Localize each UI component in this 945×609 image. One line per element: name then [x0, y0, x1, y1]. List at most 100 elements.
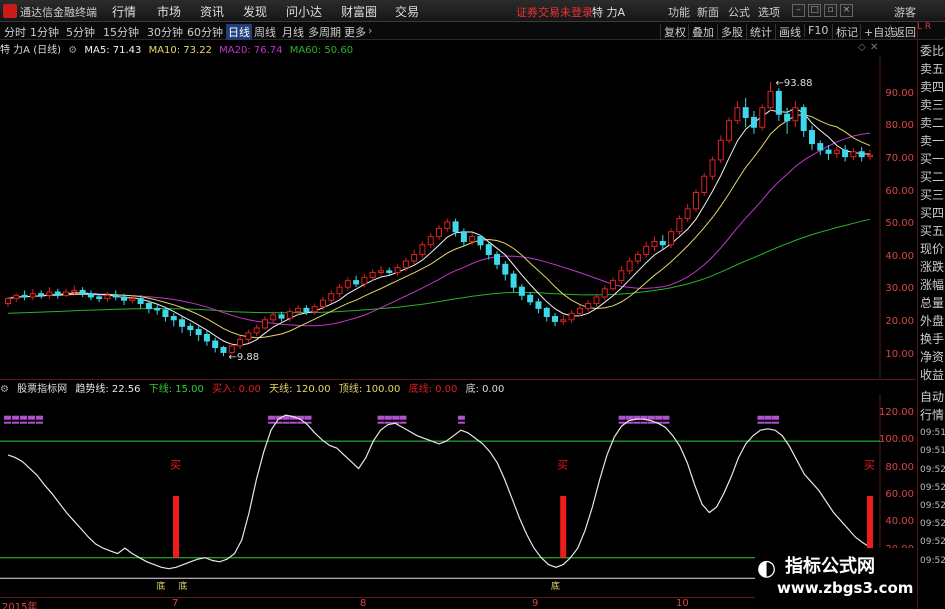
- side-panel-item[interactable]: 买四: [920, 206, 944, 221]
- tab-multi-period[interactable]: 多周期: [308, 24, 341, 40]
- candle-body: [618, 270, 625, 282]
- app-window: 通达信金融终端 行情 市场 资讯 发现 问小达 财富圈 交易 证券交易未登录 特…: [0, 0, 945, 609]
- candle-body: [303, 307, 310, 313]
- menu-wenxiaoda[interactable]: 问小达: [286, 3, 322, 20]
- candle-body: [63, 291, 70, 296]
- menu-xinmian[interactable]: 新面: [697, 4, 719, 20]
- side-panel-item[interactable]: 卖四: [920, 80, 944, 95]
- price-chart[interactable]: ←93.88 ←9.88: [0, 56, 916, 378]
- side-panel-item[interactable]: 09:52: [920, 554, 945, 569]
- side-panel-item[interactable]: 委比: [920, 44, 944, 59]
- overlay-button[interactable]: 叠加: [688, 24, 714, 40]
- side-panel-item[interactable]: 09:51: [920, 426, 945, 441]
- side-panel-item[interactable]: 买一: [920, 152, 944, 167]
- candle-body: [775, 90, 782, 115]
- side-panel-item[interactable]: 换手: [920, 332, 944, 347]
- mark-button[interactable]: 标记: [832, 24, 858, 40]
- tab-60min[interactable]: 60分钟: [187, 24, 223, 40]
- tab-5min[interactable]: 5分钟: [66, 24, 95, 40]
- top-zone-marker: [618, 415, 626, 420]
- menu-jiaoyi[interactable]: 交易: [395, 3, 419, 20]
- candle-body: [54, 291, 61, 296]
- candle-body: [825, 149, 832, 154]
- fuquan-button[interactable]: 复权: [660, 24, 686, 40]
- settings-gear-icon[interactable]: ⚙: [68, 45, 77, 56]
- window-minimize-button[interactable]: –: [792, 4, 805, 17]
- tab-30min[interactable]: 30分钟: [147, 24, 183, 40]
- more-chevron-icon[interactable]: ›: [368, 24, 372, 37]
- side-panel-item[interactable]: 净资: [920, 350, 944, 365]
- top-zone-marker: [457, 415, 465, 420]
- side-panel-item[interactable]: 买五: [920, 224, 944, 239]
- candle-body: [452, 221, 459, 233]
- side-panel-item[interactable]: 09:51: [920, 444, 945, 459]
- back-button[interactable]: 返回: [890, 24, 916, 40]
- top-zone-marker: [392, 415, 400, 420]
- tab-more[interactable]: 更多: [344, 24, 366, 40]
- top-zone-marker: [772, 421, 780, 424]
- side-panel-item[interactable]: 买二: [920, 170, 944, 185]
- candle-body: [29, 293, 36, 298]
- stats-button[interactable]: 统计: [746, 24, 772, 40]
- side-panel-item[interactable]: 09:52: [920, 481, 945, 496]
- login-status-text: 证券交易未登录: [516, 6, 593, 19]
- side-panel-item[interactable]: 卖一: [920, 134, 944, 149]
- candle-body: [402, 260, 409, 269]
- side-panel-item[interactable]: 外盘: [920, 314, 944, 329]
- side-panel-item[interactable]: 买三: [920, 188, 944, 203]
- chart-options-icon[interactable]: ◇: [858, 42, 866, 53]
- menu-faxian[interactable]: 发现: [243, 3, 267, 20]
- chart-close-icon[interactable]: ✕: [870, 42, 878, 53]
- top-zone-marker: [20, 421, 27, 424]
- f10-button[interactable]: F10: [804, 24, 828, 37]
- tab-daily[interactable]: 日线: [226, 24, 252, 40]
- guest-label[interactable]: 游客: [894, 4, 916, 20]
- window-close-button[interactable]: ×: [840, 4, 853, 17]
- price-tick-label: 40.00: [885, 250, 914, 262]
- side-panel-item[interactable]: 09:52: [920, 535, 945, 550]
- price-tick-label: 90.00: [885, 87, 914, 99]
- candle-body: [145, 302, 152, 309]
- side-panel-item[interactable]: 总量: [920, 296, 944, 311]
- side-panel-item[interactable]: 09:52: [920, 517, 945, 532]
- menu-xuanxiang[interactable]: 选项: [758, 4, 780, 20]
- side-panel-item[interactable]: 现价: [920, 242, 944, 257]
- side-panel-item[interactable]: 09:52: [920, 463, 945, 478]
- side-panel-item[interactable]: 行情: [920, 408, 944, 423]
- window-maximize-button[interactable]: ▫: [824, 4, 837, 17]
- tab-weekly[interactable]: 周线: [254, 24, 276, 40]
- multi-stock-button[interactable]: 多股: [717, 24, 743, 40]
- draw-line-button[interactable]: 画线: [775, 24, 801, 40]
- side-panel-item[interactable]: 涨幅: [920, 278, 944, 293]
- side-panel-item[interactable]: 卖二: [920, 116, 944, 131]
- candle-body: [535, 301, 542, 309]
- price-tick-label: 60.00: [885, 185, 914, 197]
- tab-fenshi[interactable]: 分时: [4, 24, 26, 40]
- tab-15min[interactable]: 15分钟: [103, 24, 139, 40]
- menu-caifuquan[interactable]: 财富圈: [341, 3, 377, 20]
- top-zone-marker: [28, 415, 35, 420]
- candle-body: [543, 307, 550, 318]
- menu-hangqing[interactable]: 行情: [112, 3, 136, 20]
- menu-gongneng[interactable]: 功能: [668, 4, 690, 20]
- side-panel-item[interactable]: 卖五: [920, 62, 944, 77]
- menu-gongshi[interactable]: 公式: [728, 4, 750, 20]
- side-panel-item[interactable]: 收益: [920, 368, 944, 383]
- tab-monthly[interactable]: 月线: [282, 24, 304, 40]
- side-panel-item[interactable]: 涨跌: [920, 260, 944, 275]
- period-toolbar: 分时 1分钟 5分钟 15分钟 30分钟 60分钟 日线 周线 月线 多周期 更…: [0, 22, 945, 40]
- menu-zixun[interactable]: 资讯: [200, 3, 224, 20]
- side-panel-item[interactable]: 09:52: [920, 499, 945, 514]
- menu-shichang[interactable]: 市场: [157, 3, 181, 20]
- side-panel-item[interactable]: 卖三: [920, 98, 944, 113]
- candle-body: [585, 302, 592, 309]
- side-panel-item[interactable]: 自动: [920, 390, 944, 405]
- candle-body: [692, 192, 699, 210]
- indicator-tick-label: 60.00: [885, 489, 914, 500]
- candle-body: [518, 286, 525, 296]
- buy-signal-bar: [173, 496, 180, 558]
- tab-1min[interactable]: 1分钟: [30, 24, 59, 40]
- indicator-tick-label: 100.00: [879, 434, 914, 446]
- candle-body: [502, 263, 509, 275]
- window-restore-button[interactable]: □: [808, 4, 821, 17]
